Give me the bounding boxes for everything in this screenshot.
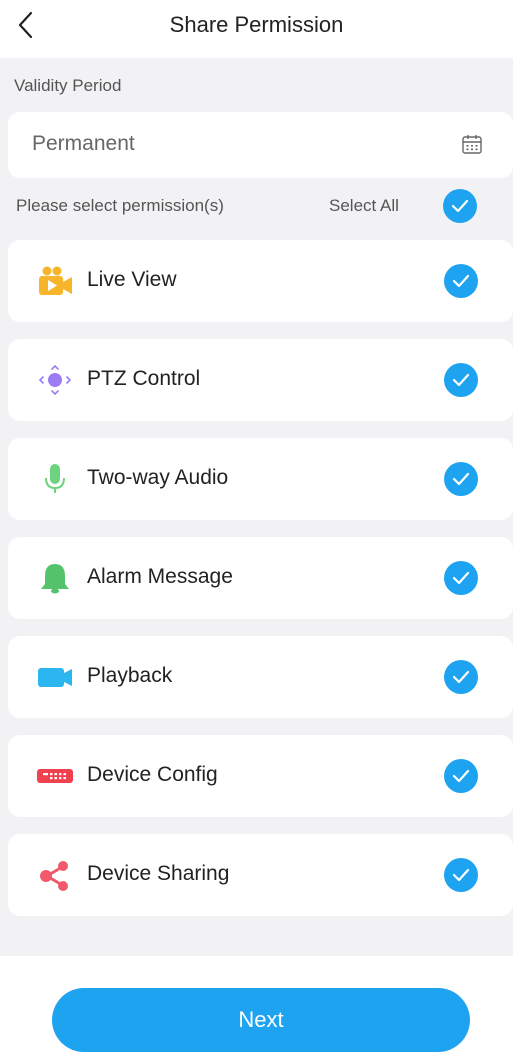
permission-label: Device Config — [87, 763, 218, 786]
validity-period-field[interactable]: Permanent — [8, 112, 513, 178]
validity-period-value: Permanent — [32, 132, 135, 155]
alarm-message-checkbox[interactable] — [444, 561, 478, 595]
playback-checkbox[interactable] — [444, 660, 478, 694]
permission-header: Please select permission(s) Select All — [0, 186, 513, 226]
page-title: Share Permission — [169, 12, 344, 37]
checkmark-icon — [451, 199, 469, 213]
ptz-control-icon — [38, 364, 72, 396]
live-view-checkbox[interactable] — [444, 264, 478, 298]
permission-label: Alarm Message — [87, 565, 233, 588]
permission-item-two-way-audio[interactable]: Two-way Audio — [8, 438, 513, 520]
permission-label: Device Sharing — [87, 862, 230, 885]
checkmark-icon — [452, 670, 470, 684]
checkmark-icon — [452, 868, 470, 882]
next-button[interactable]: Next — [52, 988, 470, 1052]
select-all-checkbox[interactable] — [443, 189, 477, 223]
ptz-control-checkbox[interactable] — [444, 363, 478, 397]
bell-icon — [41, 564, 69, 594]
checkmark-icon — [452, 472, 470, 486]
permission-label: Playback — [87, 664, 173, 687]
checkmark-icon — [452, 571, 470, 585]
checkmark-icon — [452, 769, 470, 783]
permission-item-playback[interactable]: Playback — [8, 636, 513, 718]
calendar-icon[interactable] — [461, 133, 483, 155]
permission-item-alarm-message[interactable]: Alarm Message — [8, 537, 513, 619]
checkmark-icon — [452, 274, 470, 288]
permission-label: PTZ Control — [87, 367, 201, 390]
device-sharing-checkbox[interactable] — [444, 858, 478, 892]
two-way-audio-checkbox[interactable] — [444, 462, 478, 496]
microphone-icon — [45, 464, 65, 493]
permission-item-device-sharing[interactable]: Device Sharing — [8, 834, 513, 916]
permission-hint: Please select permission(s) — [16, 196, 224, 215]
permission-item-ptz-control[interactable]: PTZ Control — [8, 339, 513, 421]
validity-period-label: Validity Period — [14, 76, 122, 95]
share-icon — [40, 861, 68, 891]
permission-label: Live View — [87, 268, 177, 291]
permission-label: Two-way Audio — [87, 466, 229, 489]
top-bar: Share Permission — [0, 0, 513, 58]
live-view-icon — [39, 266, 72, 295]
device-config-icon — [37, 769, 73, 783]
permission-form: Validity Period Permanent Please select … — [0, 58, 513, 956]
checkmark-icon — [452, 373, 470, 387]
device-config-checkbox[interactable] — [444, 759, 478, 793]
footer: Next — [0, 956, 513, 1052]
permission-item-device-config[interactable]: Device Config — [8, 735, 513, 817]
video-camera-icon — [38, 668, 72, 687]
permission-item-live-view[interactable]: Live View — [8, 240, 513, 322]
select-all-label[interactable]: Select All — [329, 196, 399, 216]
